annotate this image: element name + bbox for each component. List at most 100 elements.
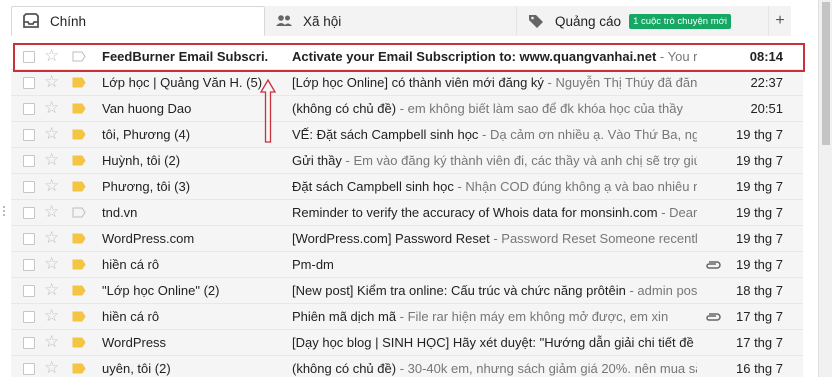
importance-marker-icon[interactable] xyxy=(72,259,86,270)
email-row[interactable]: ☆ FeedBurner Email Subscri. Activate your … xyxy=(11,44,803,70)
importance-marker-icon[interactable] xyxy=(72,285,86,296)
star-icon[interactable]: ☆ xyxy=(44,280,59,300)
email-row[interactable]: ☆ WordPress [Dạy học blog | SINH HỌC] Hãy … xyxy=(11,330,803,356)
people-icon xyxy=(276,15,292,26)
select-checkbox[interactable] xyxy=(23,51,35,63)
category-tabs: Chính Xã hội Quảng cáo 1 cuộc trò chuyện… xyxy=(11,6,791,36)
email-snippet: - 30-40k em, nhưng sách giảm giá 20%. nê… xyxy=(396,361,697,376)
star-icon[interactable]: ☆ xyxy=(44,332,59,352)
star-icon[interactable]: ☆ xyxy=(44,202,59,222)
importance-marker-icon[interactable] xyxy=(72,337,86,348)
email-sender: "Lớp học Online" (2) xyxy=(102,283,220,298)
email-row[interactable]: ☆ Van huong Dao (không có chủ đề) - em khô… xyxy=(11,96,803,122)
scrollbar[interactable] xyxy=(818,0,832,377)
attachment-icon xyxy=(706,261,721,269)
select-checkbox[interactable] xyxy=(23,77,35,89)
select-checkbox[interactable] xyxy=(23,259,35,271)
email-list: ☆ FeedBurner Email Subscri. Activate your … xyxy=(3,44,803,377)
email-sender: WordPress xyxy=(102,335,167,350)
star-icon[interactable]: ☆ xyxy=(44,306,59,326)
attachment-icon xyxy=(706,313,721,321)
email-sender: Van huong Dao xyxy=(102,101,192,116)
email-sender: tnd.vn xyxy=(102,205,138,220)
select-checkbox[interactable] xyxy=(23,129,35,141)
email-row[interactable]: ☆ Phương, tôi (3) Đặt sách Campbell sinh h… xyxy=(11,174,803,200)
email-row[interactable]: ☆ uyên, tôi (2) (không có chủ đề) - 30-40k… xyxy=(11,356,803,377)
email-sender: Lớp học | Quảng Văn H. (5) xyxy=(102,75,263,90)
select-checkbox[interactable] xyxy=(23,181,35,193)
email-content: Activate your Email Subscription to: www… xyxy=(292,44,697,70)
email-subject: [WordPress.com] Password Reset xyxy=(292,231,490,246)
email-date: 18 thg 7 xyxy=(736,283,783,298)
email-subject: (không có chủ đề) xyxy=(292,101,397,116)
email-subject: Activate your Email Subscription to: www… xyxy=(292,49,657,64)
email-snippet: - Nguyễn Thị Thúy đã đăng xyxy=(543,75,697,90)
star-icon[interactable]: ☆ xyxy=(44,46,59,66)
email-row[interactable]: ☆ hiền cá rô Phiên mã dịch mã - File rar h… xyxy=(11,304,803,330)
select-checkbox[interactable] xyxy=(23,233,35,245)
tab-social[interactable]: Xã hội xyxy=(265,6,517,36)
email-content: Pm-dm xyxy=(292,252,697,278)
tab-social-label: Xã hội xyxy=(303,13,342,29)
add-tab-button[interactable]: + xyxy=(769,6,791,36)
email-sender: Phương, tôi (3) xyxy=(102,179,191,194)
select-checkbox[interactable] xyxy=(23,207,35,219)
importance-marker-icon[interactable] xyxy=(72,77,86,88)
importance-marker-icon[interactable] xyxy=(72,103,86,114)
select-checkbox[interactable] xyxy=(23,155,35,167)
email-sender: uyên, tôi (2) xyxy=(102,361,171,376)
importance-marker-icon[interactable] xyxy=(72,363,86,374)
email-date: 19 thg 7 xyxy=(736,257,783,272)
importance-marker-icon[interactable] xyxy=(72,207,86,218)
select-checkbox[interactable] xyxy=(23,337,35,349)
email-row[interactable]: ☆ Huỳnh, tôi (2) Gửi thầy - Em vào đăng ký… xyxy=(11,148,803,174)
scrollbar-thumb[interactable] xyxy=(822,2,830,145)
importance-marker-icon[interactable] xyxy=(72,181,86,192)
email-content: (không có chủ đề) - em không biết làm sa… xyxy=(292,96,697,122)
arrow-annotation-icon xyxy=(259,78,277,143)
drag-handle-icon[interactable] xyxy=(3,206,7,220)
email-snippet: - Dạ cảm ơn nhiều ạ. Vào Thứ Ba, ng xyxy=(478,127,697,142)
star-icon[interactable]: ☆ xyxy=(44,150,59,170)
tab-promotions[interactable]: Quảng cáo 1 cuộc trò chuyện mới xyxy=(517,6,769,36)
importance-marker-icon[interactable] xyxy=(72,129,86,140)
email-content: [Dạy học blog | SINH HỌC] Hãy xét duyệt:… xyxy=(292,330,697,356)
email-snippet: - em không biết làm sao để đk khóa học c… xyxy=(396,101,683,116)
star-icon[interactable]: ☆ xyxy=(44,228,59,248)
email-row[interactable]: ☆ "Lớp học Online" (2) [New post] Kiểm tra… xyxy=(11,278,803,304)
email-snippet: - Dear xyxy=(657,205,697,220)
inbox-icon xyxy=(23,13,39,28)
select-checkbox[interactable] xyxy=(23,311,35,323)
importance-marker-icon[interactable] xyxy=(72,155,86,166)
email-sender: FeedBurner Email Subscri. xyxy=(102,49,269,64)
email-snippet: - You r xyxy=(656,49,697,64)
email-content: Gửi thầy - Em vào đăng ký thành viên đi,… xyxy=(292,148,697,174)
star-icon[interactable]: ☆ xyxy=(44,124,59,144)
star-icon[interactable]: ☆ xyxy=(44,176,59,196)
email-date: 20:51 xyxy=(750,101,783,116)
email-subject: [New post] Kiểm tra online: Cấu trúc và … xyxy=(292,283,626,298)
importance-marker-icon[interactable] xyxy=(72,311,86,322)
email-snippet: - File rar hiện máy em không mở được, em… xyxy=(396,309,669,324)
email-subject: Pm-dm xyxy=(292,257,334,272)
select-checkbox[interactable] xyxy=(23,103,35,115)
email-content: [WordPress.com] Password Reset - Passwor… xyxy=(292,226,697,252)
email-snippet: - Password Reset Someone recently xyxy=(489,231,697,246)
email-row[interactable]: ☆ tôi, Phương (4) VẾ: Đặt sách Campbell si… xyxy=(11,122,803,148)
email-row[interactable]: ☆ WordPress.com [WordPress.com] Password R… xyxy=(11,226,803,252)
select-checkbox[interactable] xyxy=(23,285,35,297)
importance-marker-icon[interactable] xyxy=(72,51,86,62)
email-subject: [Dạy học blog | SINH HỌC] Hãy xét duyệt:… xyxy=(292,335,694,350)
star-icon[interactable]: ☆ xyxy=(44,72,59,92)
email-date: 22:37 xyxy=(750,75,783,90)
email-subject: VẾ: Đặt sách Campbell sinh học xyxy=(292,127,479,142)
tab-primary[interactable]: Chính xyxy=(11,6,265,36)
star-icon[interactable]: ☆ xyxy=(44,254,59,274)
select-checkbox[interactable] xyxy=(23,363,35,375)
email-row[interactable]: ☆ tnd.vn Reminder to verify the accuracy o… xyxy=(3,200,803,226)
star-icon[interactable]: ☆ xyxy=(44,98,59,118)
star-icon[interactable]: ☆ xyxy=(44,358,59,377)
importance-marker-icon[interactable] xyxy=(72,233,86,244)
email-row[interactable]: ☆ Lớp học | Quảng Văn H. (5) [Lớp học Onli… xyxy=(11,70,803,96)
email-row[interactable]: ☆ hiền cá rô Pm-dm 19 thg 7 xyxy=(11,252,803,278)
